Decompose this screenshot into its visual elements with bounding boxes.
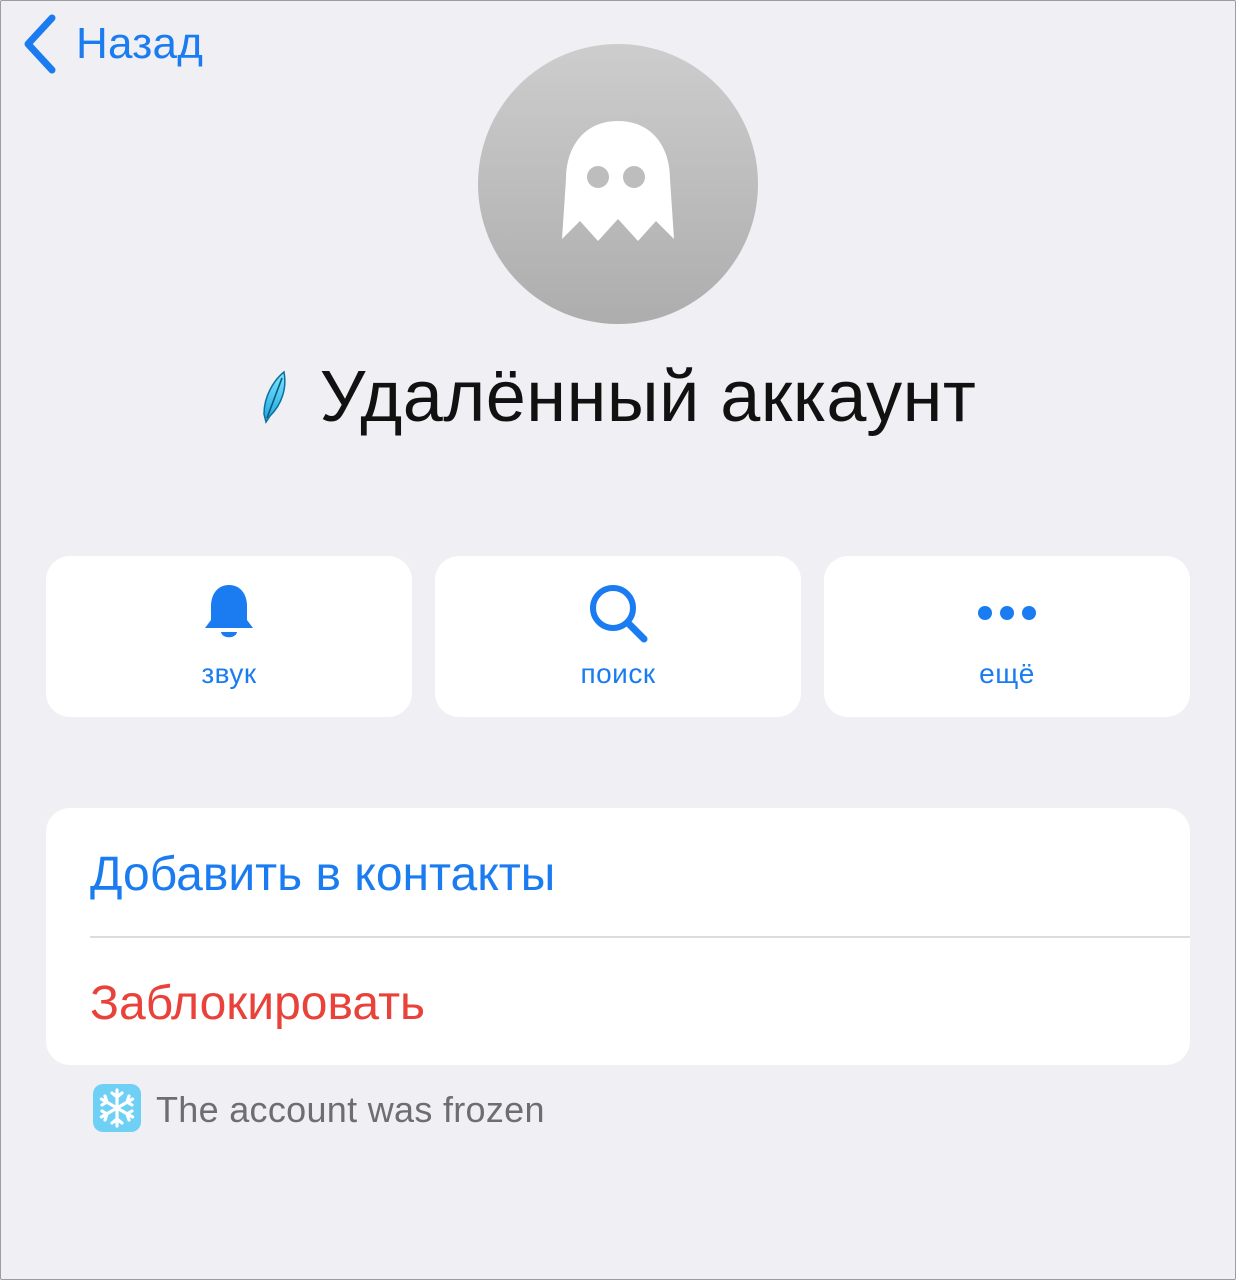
more-label: ещё <box>979 658 1035 689</box>
profile-name-row: Удалённый аккаунт <box>0 352 1236 442</box>
more-button[interactable]: ещё <box>824 556 1190 717</box>
bell-icon <box>201 582 257 649</box>
back-label: Назад <box>76 19 204 68</box>
ghost-icon <box>556 117 680 252</box>
more-icon <box>976 603 1038 628</box>
chevron-left-icon <box>22 12 58 76</box>
back-button[interactable]: Назад <box>22 12 203 76</box>
snowflake-icon <box>92 1083 142 1138</box>
sound-label: звук <box>201 658 257 689</box>
block-button[interactable]: Заблокировать <box>90 939 1190 1065</box>
action-buttons: звук поиск ещё <box>46 556 1190 717</box>
list-divider <box>90 936 1190 938</box>
frozen-note: The account was frozen <box>92 1083 545 1138</box>
profile-name: Удалённый аккаунт <box>319 357 977 437</box>
actions-list: Добавить в контакты Заблокировать <box>46 808 1190 1065</box>
feather-icon <box>260 370 288 429</box>
avatar <box>478 44 758 324</box>
add-contact-button[interactable]: Добавить в контакты <box>90 810 1190 938</box>
frozen-note-text: The account was frozen <box>156 1089 545 1130</box>
search-button[interactable]: поиск <box>435 556 801 717</box>
sound-button[interactable]: звук <box>46 556 412 717</box>
search-label: поиск <box>580 658 656 689</box>
search-icon <box>587 582 649 649</box>
